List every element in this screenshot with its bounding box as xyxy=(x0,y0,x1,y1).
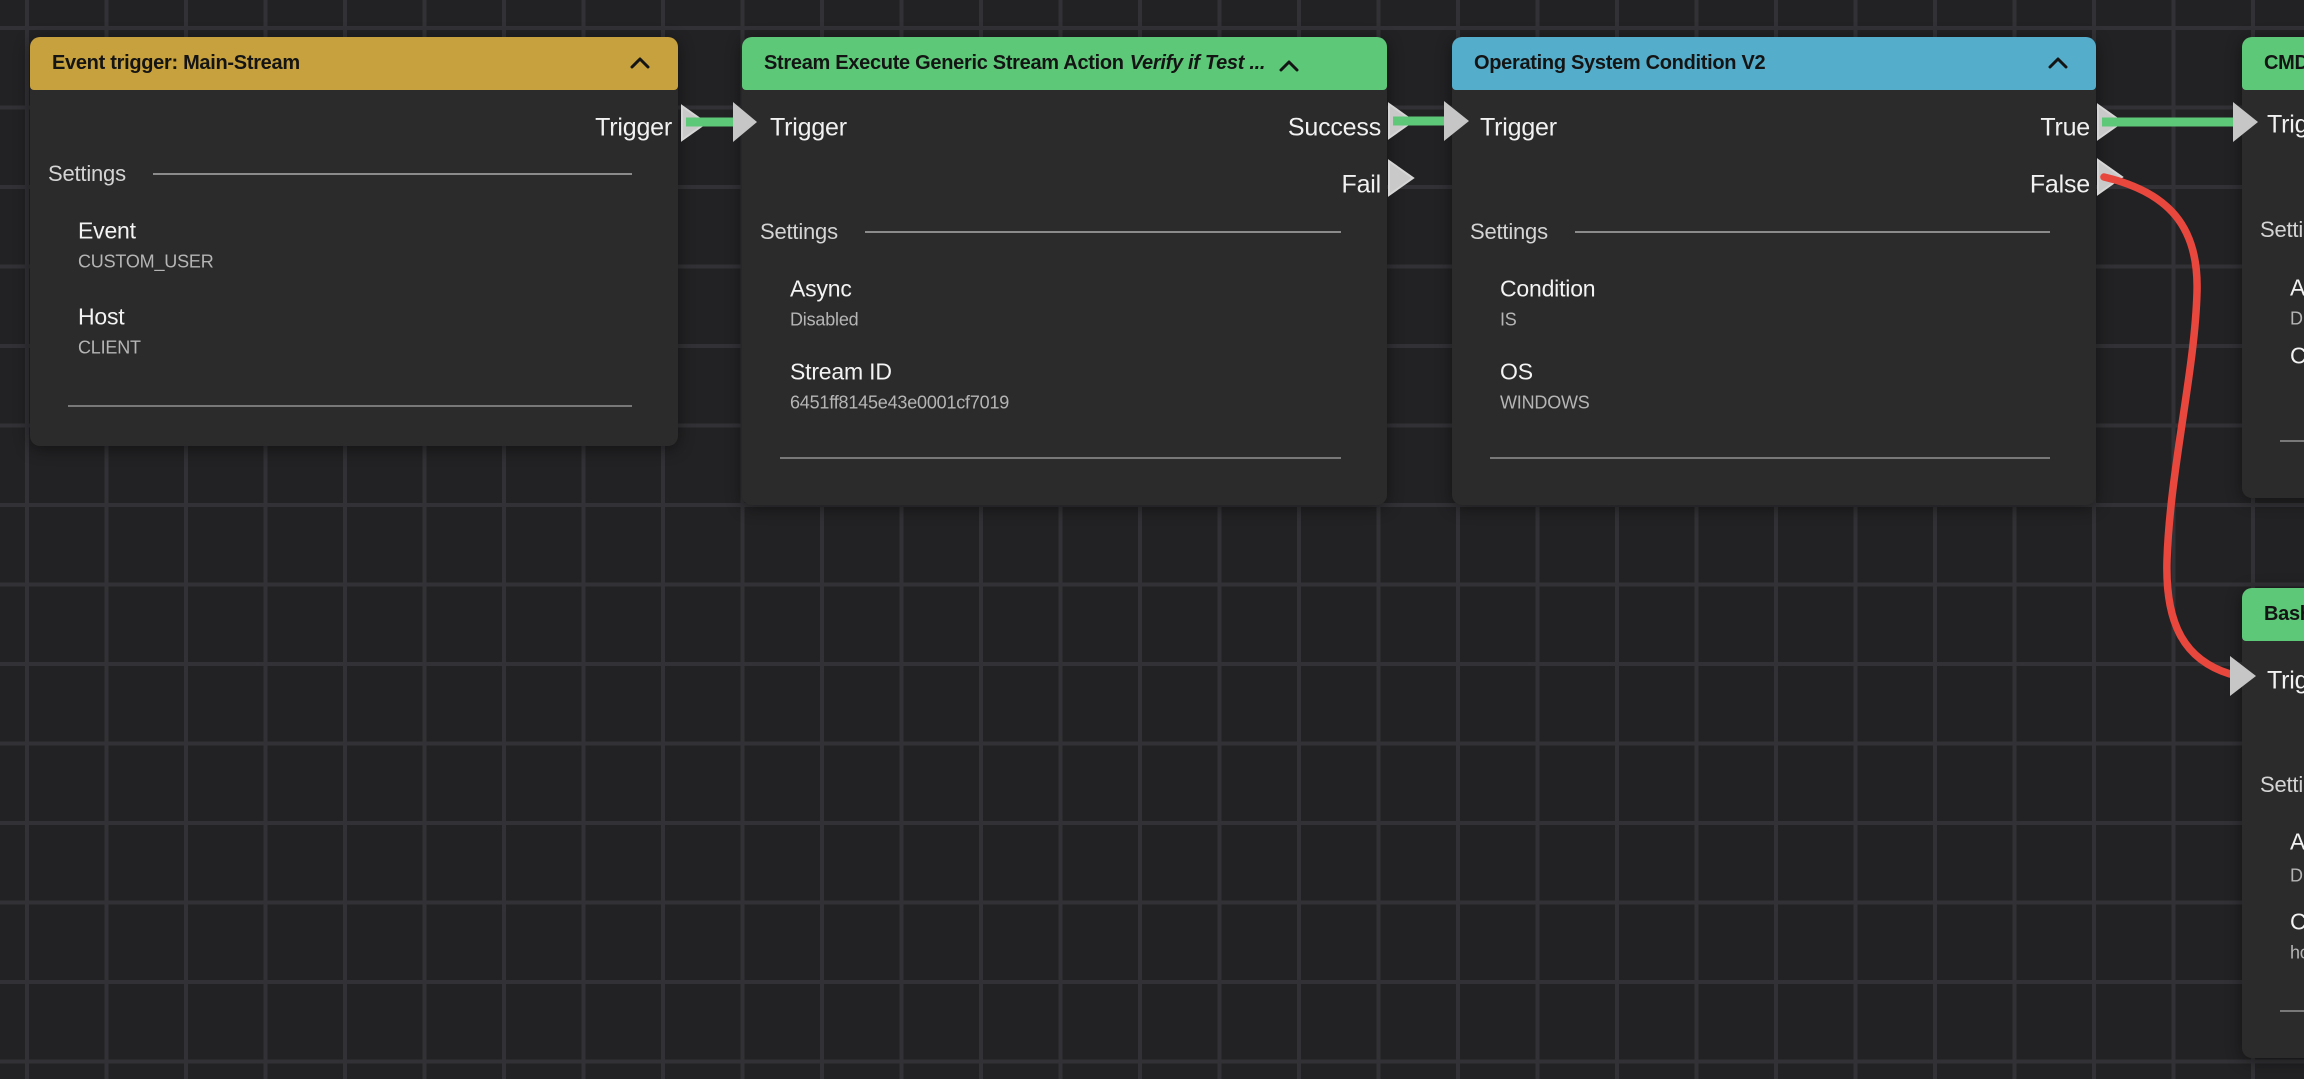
field-value-async: D xyxy=(2290,866,2303,887)
collapse-chevron-icon[interactable] xyxy=(630,57,650,69)
output-port-label-success[interactable]: Success xyxy=(1288,114,1381,143)
node-title: Bash xyxy=(2264,603,2304,626)
section-divider xyxy=(780,457,1341,459)
node-header[interactable]: Stream Execute Generic Stream ActionVeri… xyxy=(742,37,1387,90)
field-label-event: Event xyxy=(78,218,136,245)
field-label-stream-id: Stream ID xyxy=(790,359,892,386)
section-divider xyxy=(1490,457,2050,459)
node-title: CMD xyxy=(2264,52,2304,75)
node-title: Operating System Condition V2 xyxy=(1474,52,1765,75)
collapse-chevron-icon[interactable] xyxy=(1279,60,1299,72)
section-divider xyxy=(68,405,632,407)
output-port-triangle-false[interactable] xyxy=(2098,160,2122,194)
input-port-label-trigger[interactable]: Trig xyxy=(2267,667,2304,696)
settings-rule xyxy=(865,231,1341,233)
field-value-host: CLIENT xyxy=(78,338,141,359)
field-label-async: A xyxy=(2290,275,2304,302)
field-value-os: WINDOWS xyxy=(1500,393,1590,414)
field-label-async: Async xyxy=(790,276,852,303)
field-value-stream-id: 6451ff8145e43e0001cf7019 xyxy=(790,393,1009,414)
settings-rule xyxy=(153,173,632,175)
field-label-condition: Condition xyxy=(1500,276,1595,303)
field-label-os: OS xyxy=(1500,359,1533,386)
node-os-condition[interactable]: Operating System Condition V2 Trigger Tr… xyxy=(1452,37,2096,505)
settings-heading: Settings xyxy=(760,219,838,245)
field-value-command: ho xyxy=(2290,943,2304,964)
input-port-label-trigger[interactable]: Trig xyxy=(2267,111,2304,140)
node-cmd[interactable]: CMD Trig Setti A D C xyxy=(2242,37,2304,498)
field-value-async: Disabled xyxy=(790,310,858,331)
node-event-trigger[interactable]: Event trigger: Main-Stream Trigger Setti… xyxy=(30,37,678,446)
field-label-command: C xyxy=(2290,343,2304,370)
link-false-to-bash[interactable] xyxy=(2104,177,2230,674)
settings-heading: Setti xyxy=(2260,217,2303,243)
section-divider xyxy=(2280,1010,2304,1012)
node-title-action-name: Verify if Test ... xyxy=(1130,52,1265,74)
input-port-label-trigger[interactable]: Trigger xyxy=(770,114,847,143)
output-port-triangle-true[interactable] xyxy=(2098,105,2122,139)
node-header[interactable]: Operating System Condition V2 xyxy=(1452,37,2096,90)
input-port-label-trigger[interactable]: Trigger xyxy=(1480,114,1557,143)
field-value-event: CUSTOM_USER xyxy=(78,252,214,273)
settings-heading: Settings xyxy=(48,161,126,187)
node-title: Stream Execute Generic Stream ActionVeri… xyxy=(764,52,1265,75)
node-title: Event trigger: Main-Stream xyxy=(52,52,300,75)
output-port-triangle-trigger[interactable] xyxy=(682,106,706,140)
output-port-label-fail[interactable]: Fail xyxy=(1342,171,1381,200)
field-label-async: A xyxy=(2290,829,2304,856)
node-header[interactable]: Event trigger: Main-Stream xyxy=(30,37,678,90)
settings-heading: Settings xyxy=(1470,219,1548,245)
node-stream-execute[interactable]: Stream Execute Generic Stream ActionVeri… xyxy=(742,37,1387,505)
field-label-host: Host xyxy=(78,304,125,331)
field-value-condition: IS xyxy=(1500,310,1517,331)
node-header[interactable]: Bash xyxy=(2242,588,2304,641)
output-port-label-trigger[interactable]: Trigger xyxy=(595,114,672,143)
settings-heading: Setti xyxy=(2260,772,2303,798)
output-port-triangle-success[interactable] xyxy=(1389,104,1413,138)
output-port-triangle-fail[interactable] xyxy=(1389,161,1413,195)
field-value-async: D xyxy=(2290,309,2303,330)
collapse-chevron-icon[interactable] xyxy=(2048,57,2068,69)
output-port-label-true[interactable]: True xyxy=(2040,114,2090,143)
settings-rule xyxy=(1575,231,2050,233)
node-header[interactable]: CMD xyxy=(2242,37,2304,90)
field-label-command: C xyxy=(2290,909,2304,936)
flow-editor-canvas[interactable]: Event trigger: Main-Stream Trigger Setti… xyxy=(0,0,2304,1079)
output-port-label-false[interactable]: False xyxy=(2030,171,2090,200)
node-bash[interactable]: Bash Trig Setti A D C ho xyxy=(2242,588,2304,1058)
section-divider xyxy=(2280,440,2304,442)
